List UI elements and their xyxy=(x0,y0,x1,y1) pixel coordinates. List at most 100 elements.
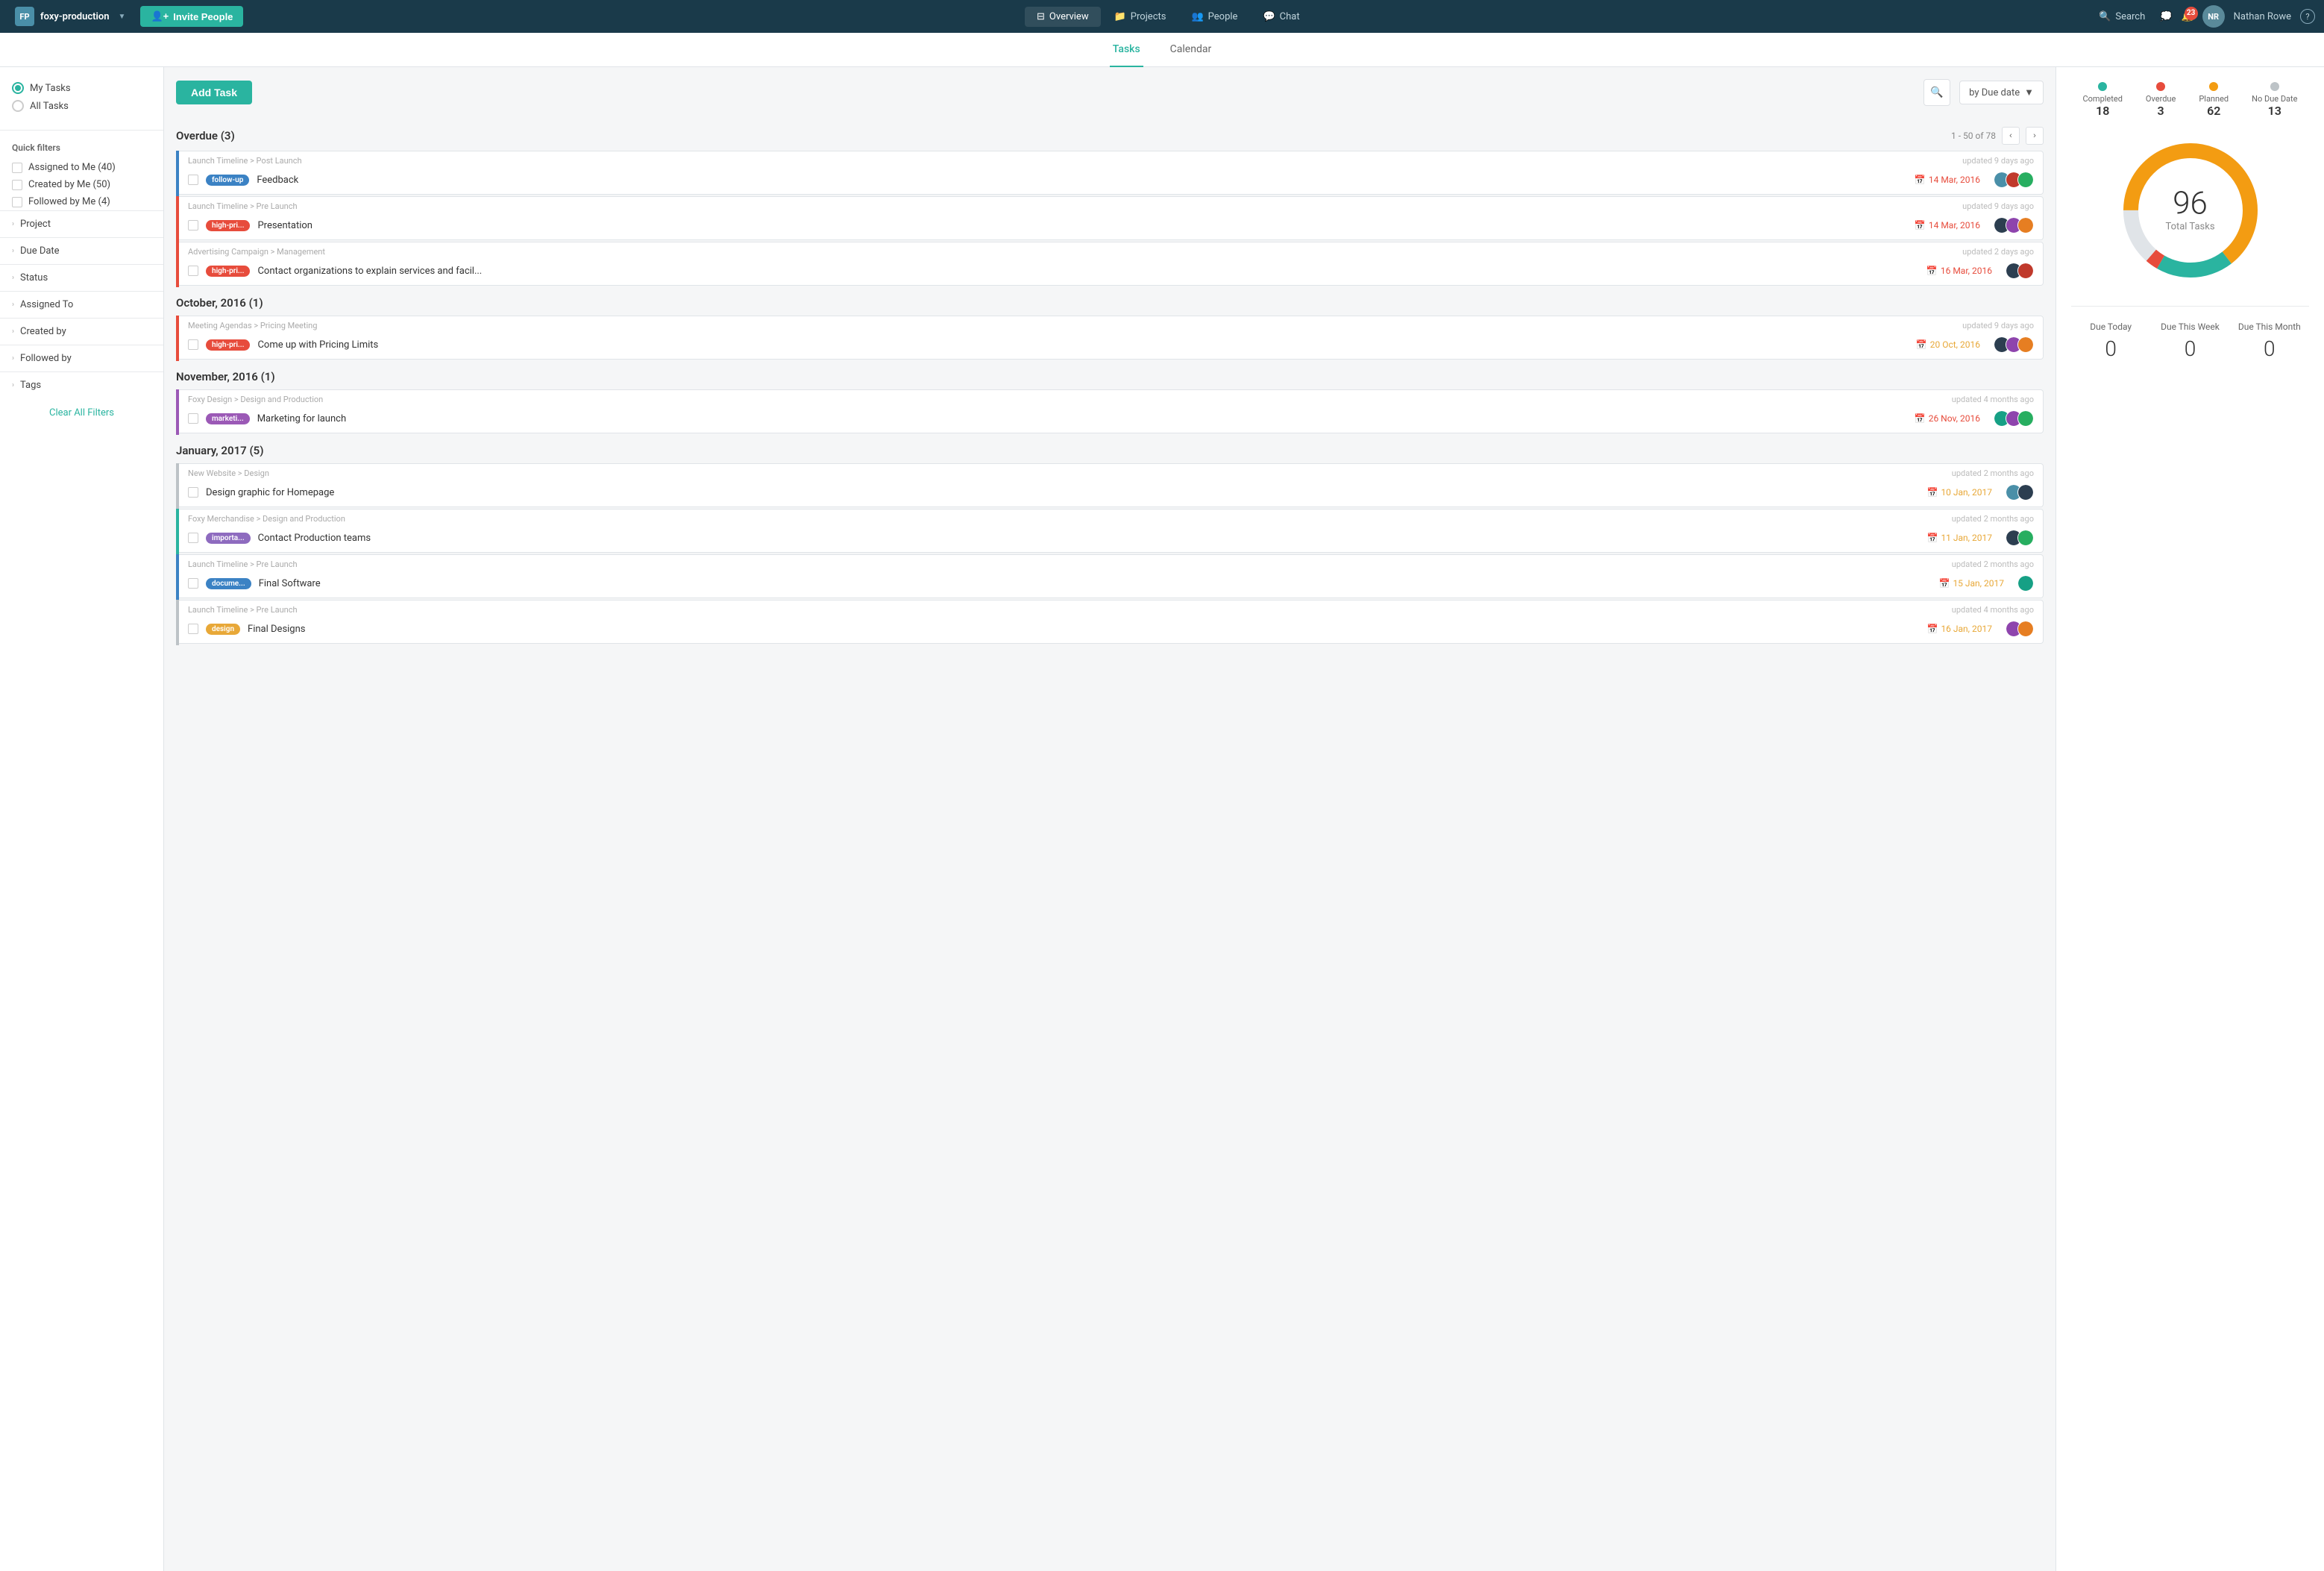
task-checkbox[interactable] xyxy=(188,533,198,543)
help-icon[interactable]: ? xyxy=(2300,9,2315,24)
task-checkbox[interactable] xyxy=(188,220,198,231)
task-meta-row: Launch Timeline > Pre Launch updated 9 d… xyxy=(179,197,2043,213)
due-today: Due Today 0 xyxy=(2071,322,2150,361)
task-row: marketi...Marketing for launch📅 26 Nov, … xyxy=(179,406,2043,433)
avatar xyxy=(2017,621,2034,637)
task-name[interactable]: Come up with Pricing Limits xyxy=(257,339,1908,351)
brand-icon: FP xyxy=(15,7,34,26)
tab-tasks[interactable]: Tasks xyxy=(1110,33,1143,67)
task-updated: updated 2 days ago xyxy=(1962,247,2034,257)
task-name[interactable]: Final Software xyxy=(259,578,1932,589)
task-due-date: 📅 10 Jan, 2017 xyxy=(1926,487,1992,498)
task-tag: design xyxy=(206,624,240,635)
task-avatars xyxy=(2006,263,2034,279)
stat-no-due-date: No Due Date 13 xyxy=(2252,82,2297,118)
filter-group-due-date[interactable]: › Due Date xyxy=(0,237,163,264)
task-group-2: November, 2016 (1) Foxy Design > Design … xyxy=(176,361,2044,435)
task-card: New Website > Design updated 2 months ag… xyxy=(176,463,2044,509)
filter-groups: › Project › Due Date › Status › Assigned… xyxy=(0,210,163,398)
invite-people-button[interactable]: 👤+ Invite People xyxy=(140,6,243,27)
total-tasks-value: 96 xyxy=(2165,189,2214,220)
nav-item-chat[interactable]: 💬 Chat xyxy=(1251,7,1311,27)
task-name[interactable]: Contact organizations to explain service… xyxy=(257,266,1918,277)
filter-group-assigned-to[interactable]: › Assigned To xyxy=(0,291,163,318)
task-meta-row: Foxy Design > Design and Production upda… xyxy=(179,390,2043,406)
task-name[interactable]: Feedback xyxy=(257,175,1907,186)
nav-item-overview[interactable]: ⊟ Overview xyxy=(1025,7,1101,27)
avatar xyxy=(2017,263,2034,279)
task-card: Launch Timeline > Pre Launch updated 2 m… xyxy=(176,554,2044,600)
comment-icon[interactable]: 💭 xyxy=(2160,11,2172,22)
chevron-right-icon: › xyxy=(12,327,14,336)
task-checkbox[interactable] xyxy=(188,339,198,350)
task-name[interactable]: Contact Production teams xyxy=(258,533,1920,544)
avatar xyxy=(2017,410,2034,427)
task-search-button[interactable]: 🔍 xyxy=(1923,79,1950,106)
filter-created-by-me[interactable]: Created by Me (50) xyxy=(0,176,163,193)
filter-followed-by-me[interactable]: Followed by Me (4) xyxy=(0,193,163,210)
nav-item-people[interactable]: 👥 People xyxy=(1179,7,1249,27)
group-title-0: Overdue (3) xyxy=(176,129,235,142)
chevron-right-icon: › xyxy=(12,220,14,228)
radio-my-tasks[interactable]: My Tasks xyxy=(12,79,151,97)
task-card: Launch Timeline > Pre Launch updated 4 m… xyxy=(176,600,2044,645)
prev-page-button[interactable]: ‹ xyxy=(2002,127,2020,145)
filter-group-created-by[interactable]: › Created by xyxy=(0,318,163,345)
search-icon: 🔍 xyxy=(1930,87,1943,98)
donut-center: 96 Total Tasks xyxy=(2165,189,2214,233)
brand-chevron-icon: ▼ xyxy=(119,13,126,21)
task-inner: Launch Timeline > Post Launch updated 9 … xyxy=(179,151,2044,195)
task-checkbox[interactable] xyxy=(188,624,198,634)
radio-all-tasks[interactable]: All Tasks xyxy=(12,97,151,115)
task-checkbox[interactable] xyxy=(188,578,198,589)
task-inner: Launch Timeline > Pre Launch updated 2 m… xyxy=(179,554,2044,598)
task-card: Foxy Design > Design and Production upda… xyxy=(176,389,2044,435)
sort-dropdown[interactable]: by Due date ▼ xyxy=(1959,81,2044,104)
filter-group-status[interactable]: › Status xyxy=(0,264,163,291)
tab-calendar[interactable]: Calendar xyxy=(1167,33,1215,67)
task-checkbox[interactable] xyxy=(188,413,198,424)
nav-item-projects[interactable]: 📁 Projects xyxy=(1102,7,1178,27)
task-path: Launch Timeline > Pre Launch xyxy=(188,201,298,211)
task-path: Launch Timeline > Pre Launch xyxy=(188,559,298,569)
task-avatars xyxy=(2017,575,2034,592)
add-task-button[interactable]: Add Task xyxy=(176,81,252,104)
radio-dot-my-tasks xyxy=(12,82,24,94)
task-avatars xyxy=(1994,410,2034,427)
filter-group-tags[interactable]: › Tags xyxy=(0,371,163,398)
task-name[interactable]: Presentation xyxy=(257,220,1906,231)
task-checkbox[interactable] xyxy=(188,175,198,185)
task-checkbox[interactable] xyxy=(188,487,198,498)
notification-bell[interactable]: 🔔 23 xyxy=(2181,11,2193,22)
group-title-1: October, 2016 (1) xyxy=(176,296,263,310)
task-due-date: 📅 20 Oct, 2016 xyxy=(1916,339,1980,350)
stat-completed: Completed 18 xyxy=(2083,82,2123,118)
task-path: New Website > Design xyxy=(188,468,269,478)
filter-group-followed-by[interactable]: › Followed by xyxy=(0,345,163,371)
task-tag: high-pri... xyxy=(206,266,250,277)
task-avatars xyxy=(2006,530,2034,546)
filter-group-project[interactable]: › Project xyxy=(0,210,163,237)
calendar-icon: 📅 xyxy=(1938,578,1950,589)
brand-name: foxy-production xyxy=(40,11,110,22)
task-updated: updated 4 months ago xyxy=(1952,395,2034,404)
calendar-icon: 📅 xyxy=(1926,266,1938,276)
search-button[interactable]: 🔍 Search xyxy=(2093,8,2151,25)
task-meta-row: Foxy Merchandise > Design and Production… xyxy=(179,509,2043,525)
task-due-date: 📅 14 Mar, 2016 xyxy=(1915,175,1980,185)
task-checkbox[interactable] xyxy=(188,266,198,276)
group-header-2: November, 2016 (1) xyxy=(176,361,2044,389)
next-page-button[interactable]: › xyxy=(2026,127,2044,145)
filter-assigned-to-me[interactable]: Assigned to Me (40) xyxy=(0,159,163,176)
avatar[interactable]: NR xyxy=(2202,5,2225,28)
task-avatars xyxy=(1994,172,2034,188)
nav-brand[interactable]: FP foxy-production ▼ xyxy=(9,7,131,26)
task-name[interactable]: Design graphic for Homepage xyxy=(206,487,1919,498)
filter-checkbox-assigned xyxy=(12,163,22,173)
task-name[interactable]: Final Designs xyxy=(248,624,1919,635)
task-tag: importa... xyxy=(206,533,251,544)
task-name[interactable]: Marketing for launch xyxy=(257,413,1907,424)
task-tag: marketi... xyxy=(206,413,250,424)
task-avatars xyxy=(1994,217,2034,233)
clear-all-filters-button[interactable]: Clear All Filters xyxy=(0,398,163,427)
